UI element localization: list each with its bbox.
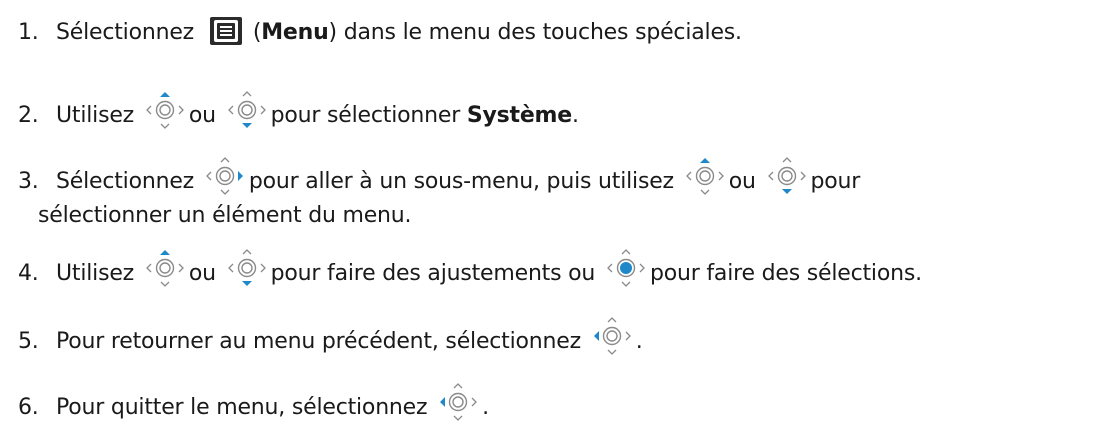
step-text: Sélectionnez xyxy=(56,169,195,194)
step-text: Utilisez xyxy=(56,261,135,286)
joystick-left-icon xyxy=(438,382,478,422)
step-number: 1. xyxy=(18,20,39,45)
step-text: Pour retourner au menu précédent, sélect… xyxy=(56,329,581,354)
step-5: 5. Pour retourner au menu précédent, séle… xyxy=(18,317,643,362)
menu-label: Menu xyxy=(261,20,329,45)
paren-close: ) xyxy=(328,20,338,45)
step-number: 2. xyxy=(18,103,39,128)
period: . xyxy=(482,395,489,420)
step-text: Pour quitter le menu, sélectionnez xyxy=(56,395,428,420)
step-text: pour faire des ajustements ou xyxy=(270,261,596,286)
step-6: 6. Pour quitter le menu, sélectionnez . xyxy=(18,383,489,428)
system-label: Système xyxy=(466,103,573,128)
joystick-down-icon xyxy=(227,90,267,130)
joystick-right-icon xyxy=(205,156,245,196)
step-text: pour faire des sélections. xyxy=(649,261,922,286)
step-number: 3. xyxy=(18,169,39,194)
step-text: pour aller à un sous-menu, puis utilisez xyxy=(248,169,674,194)
step-text: pour sélectionner xyxy=(270,103,467,128)
joystick-left-icon xyxy=(592,316,632,356)
step-text: pour xyxy=(810,169,861,194)
period: . xyxy=(635,329,643,354)
joystick-press-icon xyxy=(606,248,646,288)
joystick-up-icon xyxy=(145,90,185,130)
step-3: 3. Sélectionnez pour aller à un sous-menu… xyxy=(18,157,861,229)
joystick-down-icon xyxy=(227,248,267,288)
step-text: Utilisez xyxy=(56,103,135,128)
step-continuation: sélectionner un élément du menu. xyxy=(38,203,412,228)
step-2: 2. Utilisez ou pour sélectionner Système. xyxy=(18,91,579,136)
step-number: 5. xyxy=(18,329,39,354)
step-1: 1. Sélectionnez (Menu) dans le menu des t… xyxy=(18,16,742,48)
step-number: 4. xyxy=(18,261,39,286)
or-text: ou xyxy=(728,169,756,194)
step-text: Sélectionnez xyxy=(56,20,195,45)
or-text: ou xyxy=(188,261,216,286)
joystick-down-icon xyxy=(767,156,807,196)
step-4: 4. Utilisez ou pour faire des ajustements… xyxy=(18,249,922,294)
joystick-up-icon xyxy=(145,248,185,288)
step-text-end: dans le menu des touches spéciales. xyxy=(336,20,742,45)
menu-key-icon xyxy=(209,16,243,46)
paren-open: ( xyxy=(252,20,262,45)
or-text: ou xyxy=(188,103,216,128)
step-number: 6. xyxy=(18,395,39,420)
period: . xyxy=(572,103,579,128)
joystick-up-icon xyxy=(685,156,725,196)
